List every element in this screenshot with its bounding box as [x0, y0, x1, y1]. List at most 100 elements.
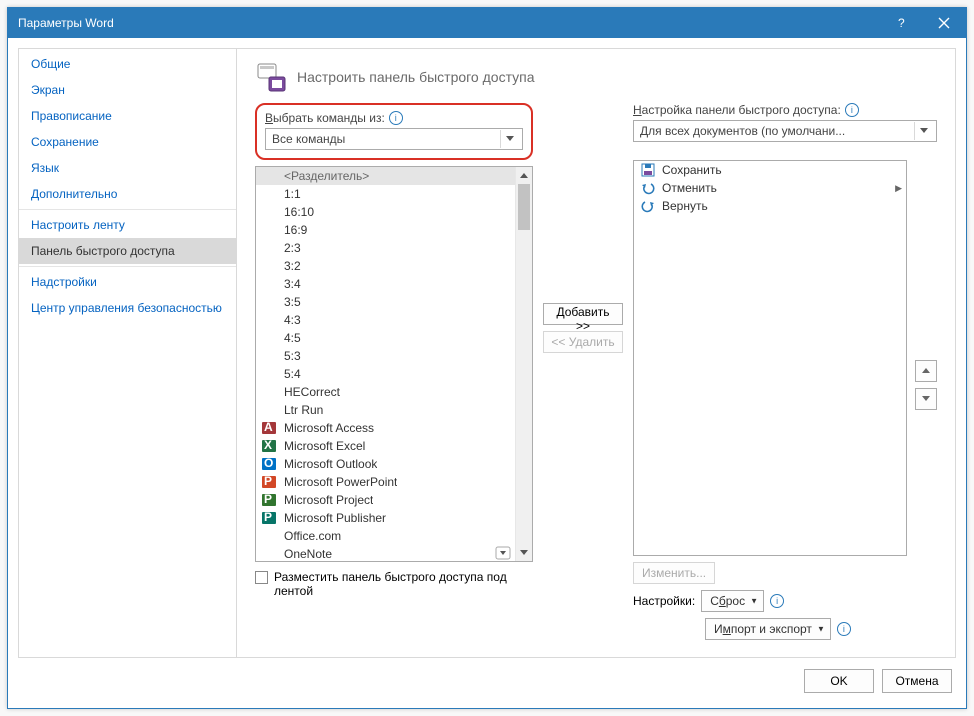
sidebar-item-addins[interactable]: Надстройки	[19, 269, 236, 295]
content-pane: Настроить панель быстрого доступа Выбрат…	[236, 48, 956, 658]
command-label: HECorrect	[284, 385, 340, 399]
command-label: 5:4	[284, 367, 301, 381]
blank-icon	[262, 204, 278, 220]
svg-text:X: X	[264, 438, 272, 452]
qat-item[interactable]: Вернуть	[634, 197, 906, 215]
submenu-caret-icon: ▶	[895, 183, 902, 194]
blank-icon	[262, 240, 278, 256]
settings-label: Настройки:	[633, 594, 695, 608]
info-icon: i	[837, 622, 851, 636]
command-item[interactable]: AMicrosoft Access	[256, 419, 515, 437]
combo-value: Для всех документов (по умолчани...	[640, 124, 845, 138]
ok-button[interactable]: OK	[804, 669, 874, 693]
command-item[interactable]: PMicrosoft Project	[256, 491, 515, 509]
command-label: 3:2	[284, 259, 301, 273]
command-label: Microsoft Publisher	[284, 511, 386, 525]
cancel-button[interactable]: Отмена	[882, 669, 952, 693]
blank-icon	[262, 294, 278, 310]
show-below-ribbon-checkbox[interactable]	[255, 571, 268, 584]
info-icon: i	[770, 594, 784, 608]
command-item[interactable]: 4:5	[256, 329, 515, 347]
command-item[interactable]: HECorrect	[256, 383, 515, 401]
excel-icon: X	[262, 438, 278, 454]
outlook-icon: O	[262, 456, 278, 472]
close-icon	[938, 17, 950, 29]
blank-icon	[262, 312, 278, 328]
available-commands-list[interactable]: <Разделитель> 1:1 16:10 16:9 2:3 3:2 3:4 3:5 4:3…	[255, 166, 533, 562]
qat-item[interactable]: Сохранить	[634, 161, 906, 179]
sidebar-item-save[interactable]: Сохранение	[19, 129, 236, 155]
command-item[interactable]: OneNote	[256, 545, 515, 561]
command-label: 4:3	[284, 313, 301, 327]
command-label: Ltr Run	[284, 403, 323, 417]
save-icon	[640, 162, 656, 178]
command-label: 16:9	[284, 223, 307, 237]
command-label: Microsoft Outlook	[284, 457, 377, 471]
command-label: 5:3	[284, 349, 301, 363]
sidebar-item-proofing[interactable]: Правописание	[19, 103, 236, 129]
show-below-ribbon-label: Разместить панель быстрого доступа под л…	[274, 570, 514, 598]
command-item[interactable]: 2:3	[256, 239, 515, 257]
scroll-down-icon[interactable]	[516, 544, 532, 561]
command-item[interactable]: <Разделитель>	[256, 167, 515, 185]
svg-text:?: ?	[898, 16, 905, 30]
command-item[interactable]: 1:1	[256, 185, 515, 203]
blank-icon	[262, 348, 278, 364]
sep-icon	[262, 168, 278, 184]
command-item[interactable]: XMicrosoft Excel	[256, 437, 515, 455]
svg-text:P: P	[264, 474, 272, 488]
command-item[interactable]: 16:10	[256, 203, 515, 221]
sidebar-item-customize-ribbon[interactable]: Настроить ленту	[19, 212, 236, 238]
add-button[interactable]: Добавить >>	[543, 303, 623, 325]
powerpoint-icon: P	[262, 474, 278, 490]
customize-qat-combo[interactable]: Для всех документов (по умолчани...	[633, 120, 937, 142]
sidebar-item-trust-center[interactable]: Центр управления безопасностью	[19, 295, 236, 321]
info-icon: i	[389, 111, 403, 125]
command-item[interactable]: PMicrosoft PowerPoint	[256, 473, 515, 491]
help-button[interactable]: ?	[878, 8, 922, 38]
left-scrollbar[interactable]	[515, 167, 532, 561]
sidebar-item-general[interactable]: Общие	[19, 51, 236, 77]
move-up-button[interactable]	[915, 360, 937, 382]
remove-button[interactable]: << Удалить	[543, 331, 623, 353]
command-item[interactable]: 3:2	[256, 257, 515, 275]
close-button[interactable]	[922, 8, 966, 38]
qat-item[interactable]: Отменить ▶	[634, 179, 906, 197]
command-label: 4:5	[284, 331, 301, 345]
qat-label: Отменить	[662, 181, 717, 195]
blank-icon	[262, 222, 278, 238]
dialog-footer: OK Отмена	[8, 664, 966, 708]
blank-icon	[262, 276, 278, 292]
command-item[interactable]: Ltr Run	[256, 401, 515, 419]
command-item[interactable]: 16:9	[256, 221, 515, 239]
blank-icon	[262, 258, 278, 274]
choose-commands-label: Выбрать команды из: i	[265, 111, 523, 125]
import-export-button[interactable]: Импорт и экспорт ▼	[705, 618, 831, 640]
command-label: 3:5	[284, 295, 301, 309]
qat-label: Вернуть	[662, 199, 708, 213]
command-item[interactable]: 5:4	[256, 365, 515, 383]
command-item[interactable]: P Microsoft Publisher	[256, 509, 515, 527]
sidebar-item-display[interactable]: Экран	[19, 77, 236, 103]
sidebar-item-language[interactable]: Язык	[19, 155, 236, 181]
move-down-button[interactable]	[915, 388, 937, 410]
modify-button[interactable]: Изменить...	[633, 562, 715, 584]
command-label: 1:1	[284, 187, 301, 201]
current-qat-list[interactable]: Сохранить Отменить ▶ Вернуть	[633, 160, 907, 556]
sidebar-item-quick-access[interactable]: Панель быстрого доступа	[19, 238, 236, 264]
command-item[interactable]: 5:3	[256, 347, 515, 365]
reset-button[interactable]: Сброс ▼	[701, 590, 764, 612]
sidebar-item-advanced[interactable]: Дополнительно	[19, 181, 236, 207]
chevron-down-icon	[500, 130, 518, 148]
command-item[interactable]: 4:3	[256, 311, 515, 329]
command-item[interactable]: O Microsoft Outlook	[256, 455, 515, 473]
highlight-outline: Выбрать команды из: i Все команды	[255, 103, 533, 160]
choose-commands-combo[interactable]: Все команды	[265, 128, 523, 150]
command-item[interactable]: 3:4	[256, 275, 515, 293]
publisher-icon: P	[262, 510, 278, 526]
combo-value: Все команды	[272, 132, 345, 146]
dropdown-indicator-icon	[495, 546, 511, 562]
scroll-up-icon[interactable]	[516, 167, 532, 184]
command-item[interactable]: Office.com	[256, 527, 515, 545]
command-item[interactable]: 3:5	[256, 293, 515, 311]
